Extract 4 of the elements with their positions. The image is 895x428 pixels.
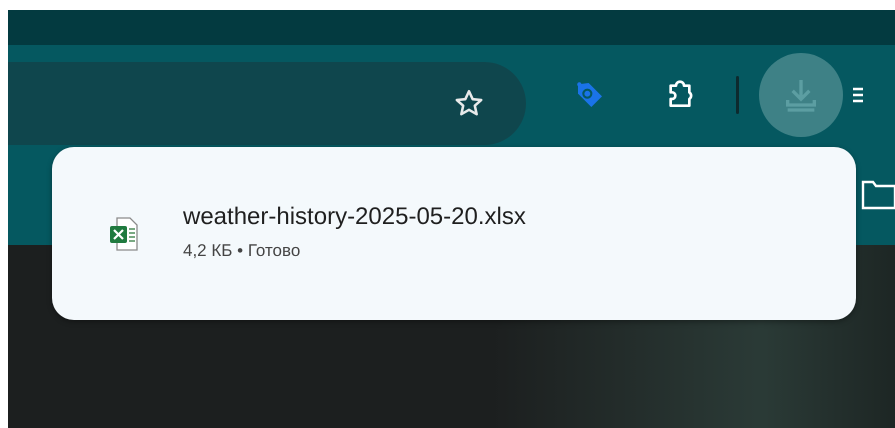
spreadsheet-file-icon[interactable] xyxy=(109,216,139,252)
file-name[interactable]: weather-history-2025-05-20.xlsx xyxy=(183,203,526,232)
download-status: 4,2 КБ • Готово xyxy=(183,240,302,262)
folder-icon[interactable] xyxy=(861,178,895,210)
